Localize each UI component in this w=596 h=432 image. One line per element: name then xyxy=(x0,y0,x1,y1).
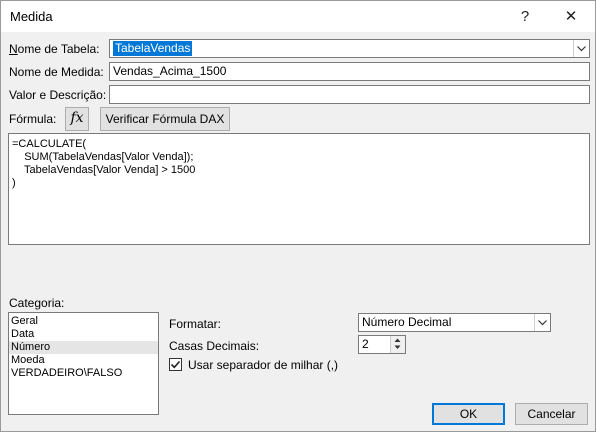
checkmark-icon xyxy=(170,360,181,369)
ok-button[interactable]: OK xyxy=(432,403,505,425)
description-label: Valor e Descrição: xyxy=(9,88,107,102)
category-item-boolean[interactable]: VERDADEIRO\FALSO xyxy=(9,367,158,380)
spin-down-button[interactable] xyxy=(390,344,405,353)
format-value: Número Decimal xyxy=(362,315,452,329)
spin-down-icon xyxy=(394,345,401,349)
close-icon: ✕ xyxy=(564,8,578,25)
table-name-label-rest: ome de Tabela: xyxy=(17,42,100,56)
chevron-down-icon xyxy=(538,320,547,326)
title-bar: Medida ? ✕ xyxy=(1,1,595,32)
chevron-down-icon xyxy=(577,46,586,52)
measure-name-label: Nome de Medida: xyxy=(9,65,104,79)
cancel-button[interactable]: Cancelar xyxy=(515,403,588,425)
spin-up-icon xyxy=(394,338,401,342)
help-button[interactable]: ? xyxy=(505,1,545,32)
help-icon: ? xyxy=(520,8,530,25)
format-select[interactable]: Número Decimal xyxy=(358,313,551,332)
formula-line: SUM(TabelaVendas[Valor Venda]); xyxy=(12,151,194,163)
separator-checkbox[interactable] xyxy=(169,358,182,371)
table-name-combo[interactable]: TabelaVendas xyxy=(109,39,590,58)
separator-label: Usar separador de milhar (,) xyxy=(188,358,339,372)
function-icon: fx xyxy=(70,110,84,126)
formula-line: TabelaVendas[Valor Venda] > 1500 xyxy=(12,164,196,176)
category-item-moeda[interactable]: Moeda xyxy=(9,354,158,367)
check-dax-button[interactable]: Verificar Fórmula DAX xyxy=(100,107,230,131)
decimals-spinner[interactable]: 2 xyxy=(358,335,406,354)
table-name-value: TabelaVendas xyxy=(113,41,193,56)
table-name-label: Nome de Tabela: xyxy=(9,42,100,56)
close-button[interactable]: ✕ xyxy=(551,1,591,32)
formula-line: ) xyxy=(12,177,16,189)
formula-label: Fórmula: xyxy=(9,112,57,126)
measure-dialog: Medida ? ✕ Nome de Tabela: TabelaVendas … xyxy=(0,0,596,432)
category-list[interactable]: Geral Data Número Moeda VERDADEIRO\FALSO xyxy=(8,312,159,415)
window-title: Medida xyxy=(10,9,53,24)
category-label: Categoria: xyxy=(9,296,65,310)
formula-line: =CALCULATE( xyxy=(12,138,87,150)
decimals-label: Casas Decimais: xyxy=(169,339,260,353)
table-name-label-mnemonic: N xyxy=(9,42,18,56)
measure-name-input[interactable]: Vendas_Acima_1500 xyxy=(109,62,590,81)
category-item-geral[interactable]: Geral xyxy=(9,315,158,328)
format-dropdown-button[interactable] xyxy=(534,314,550,331)
table-name-dropdown-button[interactable] xyxy=(573,40,589,57)
category-item-numero[interactable]: Número xyxy=(9,341,158,354)
decimals-value: 2 xyxy=(362,337,369,351)
format-label: Formatar: xyxy=(169,317,222,331)
fx-button[interactable]: fx xyxy=(65,107,89,131)
formula-editor[interactable]: =CALCULATE( SUM(TabelaVendas[Valor Venda… xyxy=(8,133,590,245)
description-input[interactable] xyxy=(109,85,590,104)
category-item-data[interactable]: Data xyxy=(9,328,158,341)
